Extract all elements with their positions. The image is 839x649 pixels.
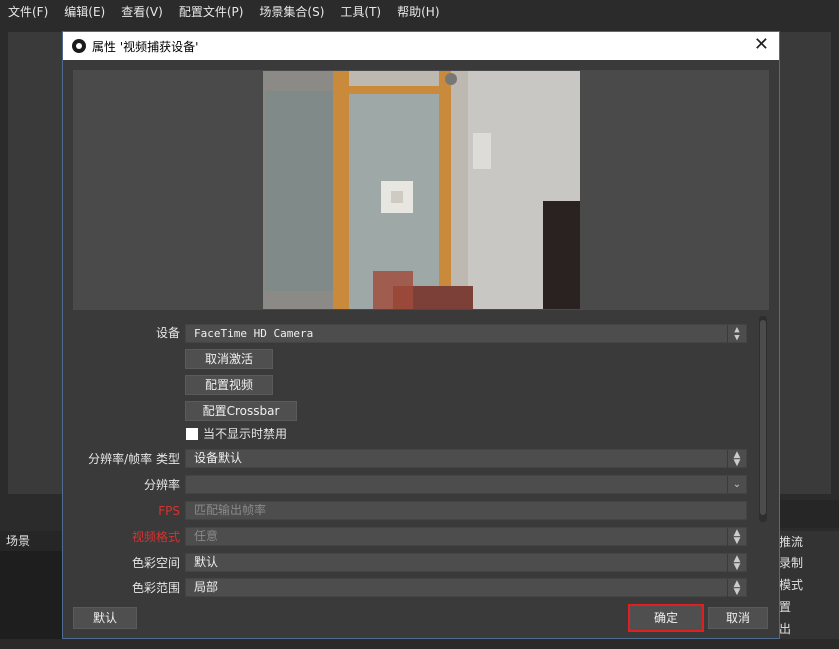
obs-icon: [72, 39, 86, 53]
deactivate-button[interactable]: 取消激活: [185, 349, 273, 369]
menubar: 文件(F) 编辑(E) 查看(V) 配置文件(P) 场景集合(S) 工具(T) …: [0, 0, 839, 24]
start-recording-button[interactable]: 录制: [779, 553, 839, 573]
settings-button[interactable]: 置: [779, 597, 839, 617]
video-format-value: 任意: [194, 529, 219, 543]
res-fps-type-value: 设备默认: [194, 451, 243, 465]
color-space-select[interactable]: 默认 ▲ ▼: [185, 553, 747, 572]
up-down-chevron-icon: ▲ ▼: [727, 325, 746, 343]
up-down-chevron-icon: ▲ ▼: [727, 450, 746, 468]
chevron-down-icon: ⌄: [727, 476, 746, 493]
device-value: FaceTime HD Camera: [194, 327, 314, 340]
color-space-value: 默认: [194, 555, 219, 569]
configure-video-button[interactable]: 配置视频: [185, 375, 273, 395]
res-fps-type-select[interactable]: 设备默认 ▲ ▼: [185, 449, 747, 468]
form-scrollbar[interactable]: [759, 316, 767, 522]
source-preview: [73, 70, 769, 310]
device-label: 设备: [155, 326, 180, 340]
color-range-value: 局部: [194, 580, 219, 594]
color-space-label: 色彩空间: [131, 556, 180, 570]
ok-button[interactable]: 确定: [628, 604, 704, 632]
main-divider: [780, 500, 839, 528]
configure-crossbar-button[interactable]: 配置Crossbar: [185, 401, 297, 421]
menu-view[interactable]: 查看(V): [113, 0, 171, 24]
start-streaming-button[interactable]: 推流: [779, 532, 839, 552]
menu-help[interactable]: 帮助(H): [389, 0, 447, 24]
cancel-button[interactable]: 取消: [708, 607, 768, 629]
menu-tools[interactable]: 工具(T): [332, 0, 389, 24]
fps-select[interactable]: 匹配输出帧率: [185, 501, 747, 520]
up-down-chevron-icon: ▲ ▼: [727, 528, 746, 546]
menu-profile[interactable]: 配置文件(P): [171, 0, 252, 24]
menu-file[interactable]: 文件(F): [0, 0, 56, 24]
dialog-title: 属性 '视频捕获设备': [92, 39, 199, 54]
disable-when-hidden-label: 当不显示时禁用: [203, 427, 288, 441]
camera-feed-image: [263, 71, 580, 309]
disable-when-hidden-checkbox[interactable]: [186, 428, 198, 440]
color-range-select[interactable]: 局部 ▲ ▼: [185, 578, 747, 597]
fps-label: FPS: [158, 504, 180, 518]
resolution-combo[interactable]: ⌄: [185, 475, 747, 494]
exit-button[interactable]: 出: [779, 619, 839, 639]
menu-scene-collection[interactable]: 场景集合(S): [251, 0, 332, 24]
menu-edit[interactable]: 编辑(E): [56, 0, 113, 24]
video-format-select[interactable]: 任意 ▲ ▼: [185, 527, 747, 546]
res-fps-type-label: 分辨率/帧率 类型: [88, 452, 180, 466]
resolution-label: 分辨率: [143, 478, 180, 492]
close-icon[interactable]: ✕: [754, 35, 769, 55]
up-down-chevron-icon: ▲ ▼: [727, 554, 746, 572]
dialog-titlebar[interactable]: 属性 '视频捕获设备' ✕: [63, 32, 779, 60]
video-format-label: 视频格式: [131, 530, 180, 544]
scenes-list[interactable]: [0, 551, 62, 639]
device-select[interactable]: FaceTime HD Camera ▲ ▼: [185, 324, 747, 343]
scrollbar-thumb[interactable]: [760, 320, 766, 515]
properties-dialog: 属性 '视频捕获设备' ✕ 设备 FaceTime HD Camera ▲ ▼ …: [62, 31, 780, 639]
scenes-header: 场景: [0, 531, 68, 551]
fps-value: 匹配输出帧率: [194, 503, 267, 517]
defaults-button[interactable]: 默认: [73, 607, 137, 629]
color-range-label: 色彩范围: [131, 581, 180, 595]
studio-mode-button[interactable]: 模式: [779, 575, 839, 595]
controls-panel: 推流 录制 模式 置 出: [779, 531, 839, 641]
bottom-toolbar: [0, 639, 839, 649]
up-down-chevron-icon: ▲ ▼: [727, 579, 746, 597]
